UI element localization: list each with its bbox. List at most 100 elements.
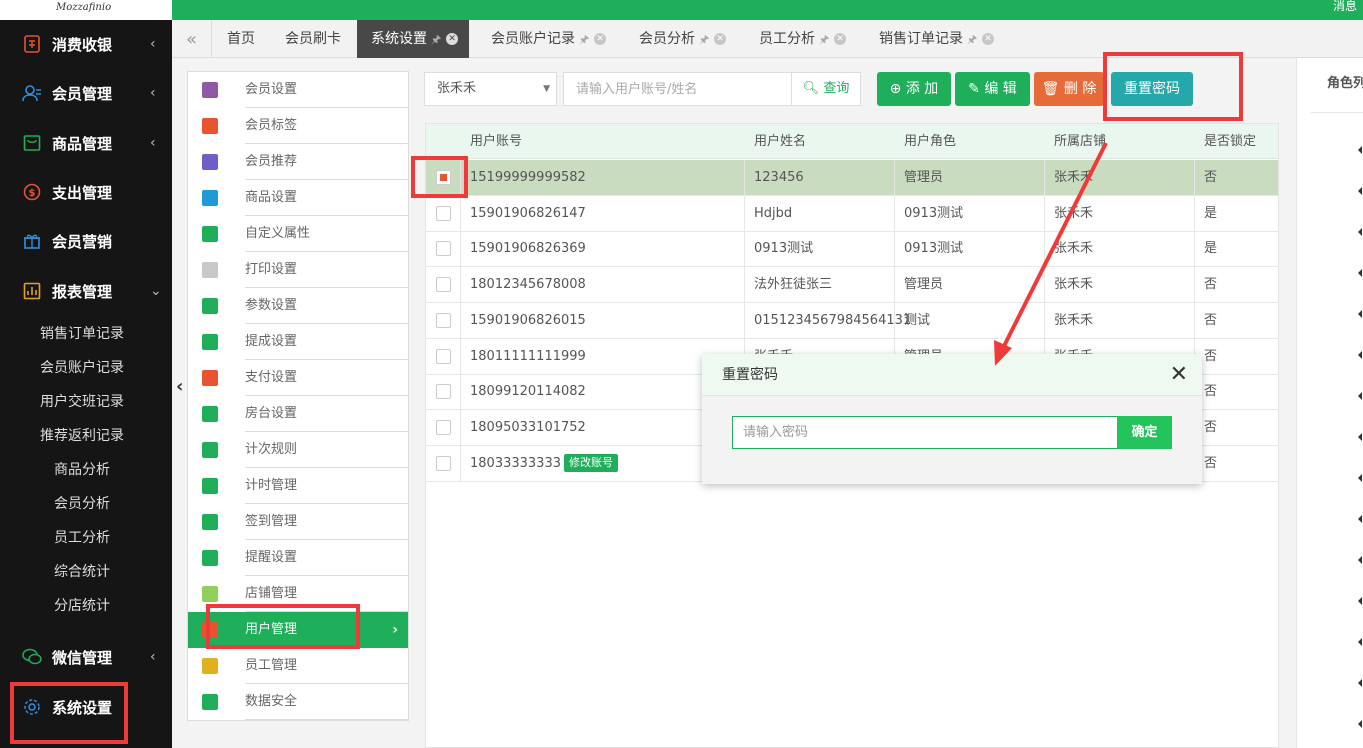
nav-sub-staff-analysis[interactable]: 员工分析 bbox=[0, 523, 172, 553]
close-icon[interactable]: ✕ bbox=[714, 33, 727, 45]
table-row[interactable]: 15199999999582 123456 管理员 张禾禾 否 bbox=[426, 160, 1278, 196]
settings-menu-item[interactable]: 提成设置 bbox=[188, 324, 408, 360]
expand-arrow-icon[interactable] bbox=[1358, 515, 1362, 523]
table-row[interactable]: 15901906826147 Hdjbd 0913测试 张禾禾 是 bbox=[426, 195, 1278, 232]
nav-item-goods[interactable]: 商品管理 ‹ bbox=[0, 120, 172, 166]
nav-sub-goods-analysis[interactable]: 商品分析 bbox=[0, 455, 172, 485]
expand-arrow-icon[interactable] bbox=[1358, 187, 1362, 195]
settings-menu-item[interactable]: 会员标签 bbox=[188, 108, 408, 144]
delete-button[interactable]: 🗑︎ 删 除 bbox=[1034, 72, 1104, 106]
expand-arrow-icon[interactable] bbox=[1358, 310, 1362, 318]
edit-button[interactable]: ✎ 编 辑 bbox=[955, 72, 1030, 106]
nav-sub-rebate-records[interactable]: 推荐返利记录 bbox=[0, 421, 172, 451]
row-checkbox[interactable] bbox=[436, 277, 451, 293]
expand-arrow-icon[interactable] bbox=[1358, 392, 1362, 400]
expand-arrow-icon[interactable] bbox=[1358, 474, 1362, 482]
expand-arrow-icon[interactable] bbox=[1358, 228, 1362, 236]
header-role[interactable]: 用户角色 bbox=[895, 124, 956, 159]
chevron-left-icon[interactable]: ‹ bbox=[176, 376, 190, 398]
nav-item-marketing[interactable]: 会员营销 bbox=[0, 218, 172, 264]
search-button[interactable]: 🔍︎ 查询 bbox=[791, 72, 861, 106]
confirm-button[interactable]: 确定 bbox=[1117, 416, 1172, 449]
settings-menu-item[interactable]: 参数设置 bbox=[188, 288, 408, 324]
nav-item-expense[interactable]: $ 支出管理 bbox=[0, 169, 172, 215]
settings-menu-item[interactable]: 员工管理 bbox=[188, 648, 408, 684]
edit-account-badge[interactable]: 修改账号 bbox=[563, 454, 618, 473]
settings-menu-item[interactable]: 打印设置 bbox=[188, 252, 408, 288]
nav-item-report[interactable]: 报表管理 ⌄ bbox=[0, 268, 172, 314]
double-chevron-left-icon[interactable]: « bbox=[172, 20, 212, 58]
tab-sales-orders[interactable]: 销售订单记录 🖈 ✕ bbox=[879, 20, 995, 58]
row-checkbox[interactable] bbox=[436, 455, 451, 471]
header-locked[interactable]: 是否锁定 bbox=[1195, 124, 1256, 159]
row-checkbox[interactable] bbox=[436, 241, 451, 257]
header-account[interactable]: 用户账号 bbox=[461, 124, 522, 159]
tab-home[interactable]: 首页 bbox=[227, 20, 255, 58]
pin-icon[interactable]: 🖈 bbox=[579, 33, 589, 46]
settings-menu-item[interactable]: 提醒设置 bbox=[188, 540, 408, 576]
nav-sub-overall-stats[interactable]: 综合统计 bbox=[0, 557, 172, 587]
row-checkbox[interactable] bbox=[436, 205, 451, 221]
nav-item-members[interactable]: 会员管理 ‹ bbox=[0, 70, 172, 116]
nav-item-cashier[interactable]: 消费收银 ‹ bbox=[0, 21, 172, 67]
tab-system-settings[interactable]: 系统设置 🖈 ✕ bbox=[357, 20, 469, 58]
tab-member-account[interactable]: 会员账户记录 🖈 ✕ bbox=[491, 20, 607, 58]
close-icon[interactable]: ✕ bbox=[1170, 362, 1188, 388]
nav-sub-shift-records[interactable]: 用户交班记录 bbox=[0, 387, 172, 417]
table-row[interactable]: 15901906826015 0151234567984564131 测试 张禾禾 否 bbox=[426, 302, 1278, 339]
expand-arrow-icon[interactable] bbox=[1358, 146, 1362, 154]
row-checkbox[interactable] bbox=[436, 312, 451, 328]
expand-arrow-icon[interactable] bbox=[1358, 556, 1362, 564]
row-checkbox[interactable] bbox=[436, 384, 451, 400]
expand-arrow-icon[interactable] bbox=[1358, 597, 1362, 605]
settings-menu-item[interactable]: 会员推荐 bbox=[188, 144, 408, 180]
pin-icon[interactable]: 🖈 bbox=[967, 33, 977, 46]
menu-item-icon bbox=[202, 406, 218, 422]
nav-item-wechat[interactable]: 微信管理 ‹ bbox=[0, 634, 172, 680]
header-name[interactable]: 用户姓名 bbox=[745, 124, 806, 159]
tab-staff-analysis[interactable]: 员工分析 🖈 ✕ bbox=[759, 20, 847, 58]
expand-arrow-icon[interactable] bbox=[1358, 433, 1362, 441]
add-button[interactable]: ⊕ 添 加 bbox=[877, 72, 951, 106]
row-checkbox[interactable] bbox=[436, 419, 451, 435]
table-row[interactable]: 15901906826369 0913测试 0913测试 张禾禾 是 bbox=[426, 231, 1278, 268]
chevron-down-icon: ⌄ bbox=[150, 283, 162, 299]
pin-icon[interactable]: 🖈 bbox=[431, 33, 441, 46]
settings-menu-item[interactable]: 商品设置 bbox=[188, 180, 408, 216]
settings-menu-item[interactable]: 房台设置 bbox=[188, 396, 408, 432]
message-link[interactable]: 消息 bbox=[1333, 0, 1357, 12]
expand-arrow-icon[interactable] bbox=[1358, 269, 1362, 277]
row-checkbox[interactable] bbox=[436, 348, 451, 364]
settings-menu-item[interactable]: 计次规则 bbox=[188, 432, 408, 468]
settings-menu-item[interactable]: 签到管理 bbox=[188, 504, 408, 540]
pin-icon[interactable]: 🖈 bbox=[699, 33, 709, 46]
close-icon[interactable]: ✕ bbox=[982, 33, 995, 45]
search-input[interactable] bbox=[563, 72, 792, 106]
cell-name: Hdjbd bbox=[754, 205, 793, 221]
cell-account: 18011111111999 bbox=[470, 348, 586, 364]
nav-sub-member-account[interactable]: 会员账户记录 bbox=[0, 353, 172, 383]
nav-sub-member-analysis[interactable]: 会员分析 bbox=[0, 489, 172, 519]
tab-member-analysis[interactable]: 会员分析 🖈 ✕ bbox=[639, 20, 727, 58]
expand-arrow-icon[interactable] bbox=[1358, 720, 1362, 728]
header-store[interactable]: 所属店铺 bbox=[1045, 124, 1106, 159]
settings-menu-item[interactable]: 计时管理 bbox=[188, 468, 408, 504]
settings-menu-item[interactable]: 支付设置 bbox=[188, 360, 408, 396]
close-icon[interactable]: ✕ bbox=[446, 33, 459, 45]
table-row[interactable]: 18012345678008 法外狂徒张三 管理员 张禾禾 否 bbox=[426, 267, 1278, 304]
close-icon[interactable]: ✕ bbox=[594, 33, 607, 45]
nav-sub-sales-orders[interactable]: 销售订单记录 bbox=[0, 319, 172, 349]
settings-menu-item[interactable]: 自定义属性 bbox=[188, 216, 408, 252]
close-icon[interactable]: ✕ bbox=[834, 33, 847, 45]
settings-menu-item[interactable]: 会员设置 bbox=[188, 72, 408, 108]
nav-sub-branch-stats[interactable]: 分店统计 bbox=[0, 591, 172, 621]
expand-arrow-icon[interactable] bbox=[1358, 351, 1362, 359]
expand-arrow-icon[interactable] bbox=[1358, 679, 1362, 687]
expand-arrow-icon[interactable] bbox=[1358, 638, 1362, 646]
pin-icon[interactable]: 🖈 bbox=[819, 33, 829, 46]
tab-member-card[interactable]: 会员刷卡 bbox=[285, 20, 341, 58]
store-select[interactable]: 张禾禾 ▼ bbox=[424, 72, 557, 106]
settings-menu-item[interactable]: 数据安全 bbox=[188, 684, 408, 720]
cell-role: 0913测试 bbox=[904, 241, 964, 257]
password-input[interactable] bbox=[732, 416, 1118, 449]
